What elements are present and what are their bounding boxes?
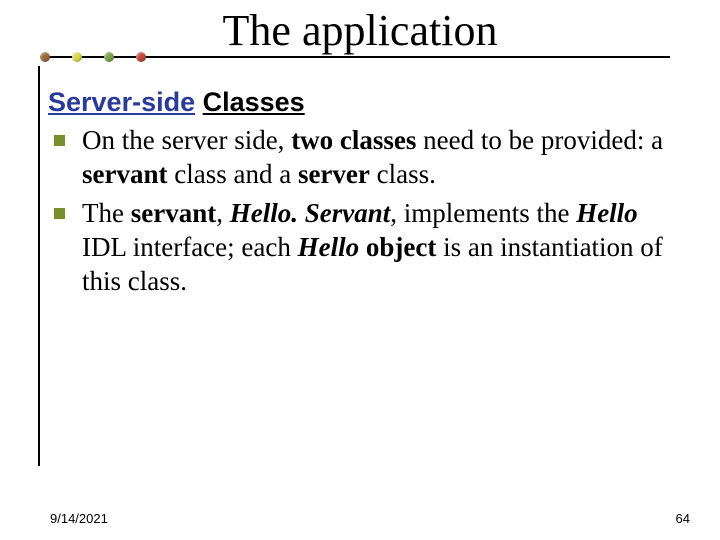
bold-italic-text: Hello. Servant xyxy=(230,198,391,228)
bold-italic-text: Hello xyxy=(576,198,638,228)
text: class. xyxy=(370,159,436,189)
bullet-list: On the server side, two classes need to … xyxy=(48,124,680,299)
list-item: On the server side, two classes need to … xyxy=(76,124,680,192)
dot-icon xyxy=(104,52,114,62)
slide: The application Server-side Classes On t… xyxy=(0,0,720,540)
bold-italic-text: Hello xyxy=(298,232,360,262)
subheading-classes: Classes xyxy=(203,87,305,117)
subheading-server-side: Server-side xyxy=(48,87,195,117)
bold-text: server xyxy=(298,159,370,189)
footer-date: 9/14/2021 xyxy=(50,511,108,526)
text: class and a xyxy=(167,159,297,189)
bold-text: servant xyxy=(131,198,216,228)
text: , implements the xyxy=(390,198,576,228)
slide-title: The application xyxy=(223,8,498,54)
text: IDL interface; each xyxy=(82,232,298,262)
title-area: The application xyxy=(0,0,720,54)
decorative-dots xyxy=(40,52,146,62)
bold-text: object xyxy=(359,232,436,262)
dot-icon xyxy=(136,52,146,62)
bold-text: two classes xyxy=(291,125,416,155)
dot-icon xyxy=(40,52,50,62)
text: The xyxy=(82,198,131,228)
dot-icon xyxy=(72,52,82,62)
footer: 9/14/2021 64 xyxy=(50,511,690,526)
vertical-rule xyxy=(38,66,40,466)
text: need to be provided: a xyxy=(416,125,663,155)
content-area: Server-side Classes On the server side, … xyxy=(48,86,680,305)
text: , xyxy=(216,198,230,228)
page-number: 64 xyxy=(676,511,690,526)
bold-text: servant xyxy=(82,159,167,189)
subheading: Server-side Classes xyxy=(48,86,680,120)
text: On the server side, xyxy=(82,125,291,155)
list-item: The servant, Hello. Servant, implements … xyxy=(76,197,680,298)
